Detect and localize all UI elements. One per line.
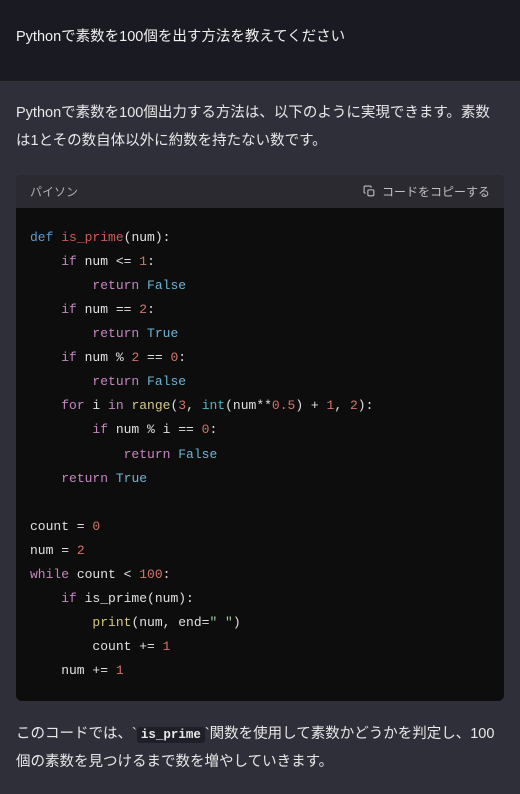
clipboard-icon: [363, 185, 376, 198]
code-block: パイソン コードをコピーする def is_prime(num): if num…: [16, 175, 504, 701]
code-language-label: パイソン: [30, 183, 78, 200]
copy-code-label: コードをコピーする: [382, 183, 490, 200]
assistant-content: Pythonで素数を100個出力する方法は、以下のように実現できます。素数は1と…: [0, 82, 520, 794]
user-message: Pythonで素数を100個を出す方法を教えてください: [0, 0, 520, 82]
copy-code-button[interactable]: コードをコピーする: [363, 183, 490, 200]
code-content[interactable]: def is_prime(num): if num <= 1: return F…: [16, 208, 504, 701]
code-header: パイソン コードをコピーする: [16, 175, 504, 208]
intro-text: Pythonで素数を100個出力する方法は、以下のように実現できます。素数は1と…: [16, 100, 504, 155]
outro-before: このコードでは、`: [16, 726, 137, 742]
user-message-text: Pythonで素数を100個を出す方法を教えてください: [16, 25, 504, 46]
inline-code: is_prime: [137, 727, 205, 743]
outro-text: このコードでは、`is_prime`関数を使用して素数かどうかを判定し、100個…: [16, 721, 504, 776]
